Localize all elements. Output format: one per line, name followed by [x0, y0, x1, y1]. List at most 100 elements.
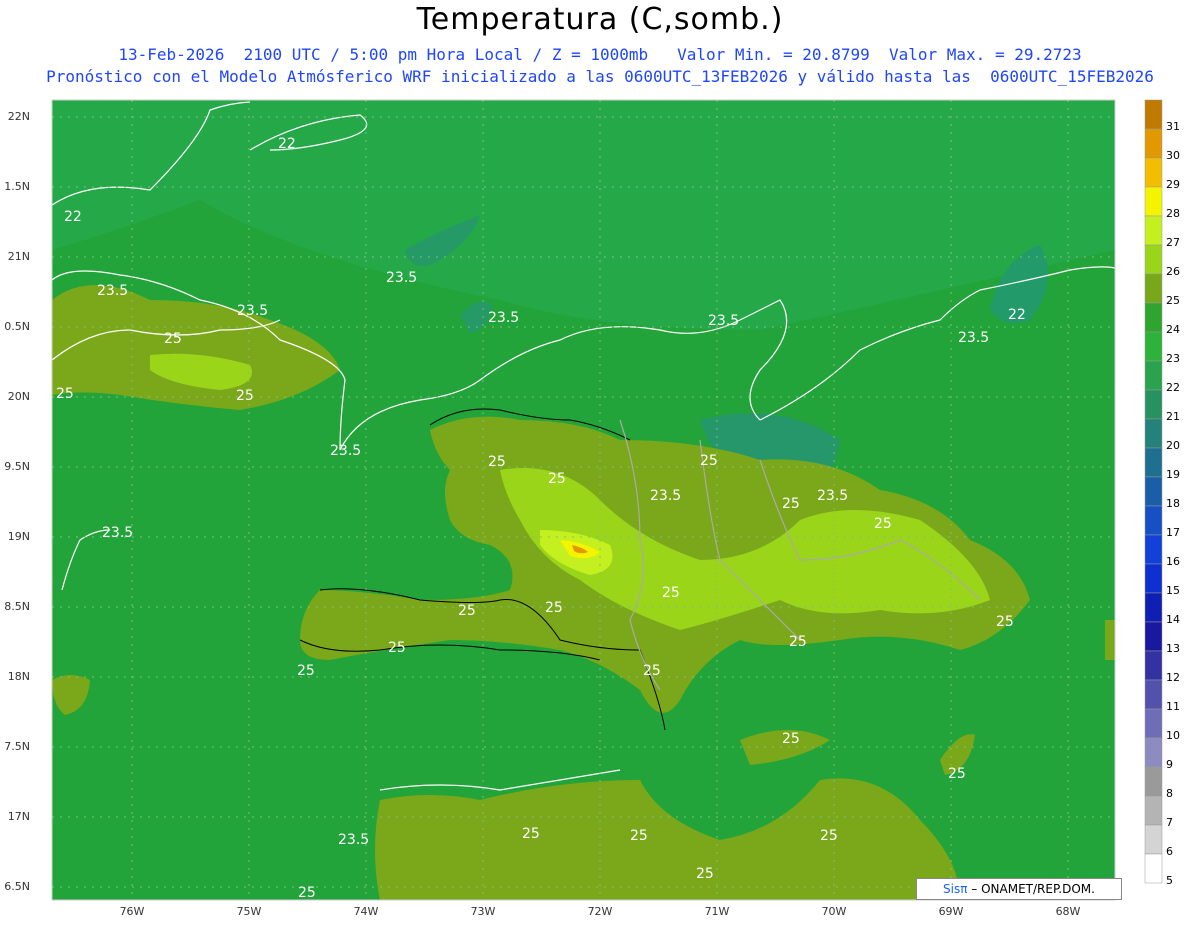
- colorbar-label: 29: [1166, 178, 1180, 191]
- contour-label: 25: [164, 331, 182, 347]
- colorbar: [1144, 99, 1163, 884]
- contour-label: 25: [696, 866, 714, 882]
- lat-label: 7.5N: [4, 740, 30, 753]
- colorbar-swatch: [1144, 650, 1163, 681]
- colorbar-swatch: [1144, 708, 1163, 739]
- contour-label: 23.5: [650, 488, 681, 504]
- contour-label: 25: [820, 828, 838, 844]
- contour-label: 25: [236, 388, 254, 404]
- contour-label: 25: [545, 600, 563, 616]
- contour-label: 23.5: [386, 270, 417, 286]
- contour-label: 25: [56, 386, 74, 402]
- colorbar-swatch: [1144, 563, 1163, 594]
- colorbar-swatch: [1144, 99, 1163, 130]
- contour-label: 25: [388, 640, 406, 656]
- lat-label: 17N: [7, 810, 30, 823]
- contour-label: 23.5: [488, 310, 519, 326]
- contour-label: 25: [662, 585, 680, 601]
- contour-label: 25: [996, 614, 1014, 630]
- contour-label: 25: [643, 663, 661, 679]
- lon-label: 72W: [587, 905, 613, 918]
- contour-label: 25: [458, 603, 476, 619]
- colorbar-swatch: [1144, 766, 1163, 797]
- lat-label: 9.5N: [4, 460, 30, 473]
- colorbar-label: 10: [1166, 729, 1180, 742]
- colorbar-swatch: [1144, 128, 1163, 159]
- contour-label: 25: [700, 453, 718, 469]
- contour-label: 25: [630, 828, 648, 844]
- contour-label: 23.5: [817, 488, 848, 504]
- colorbar-label: 8: [1166, 787, 1173, 800]
- colorbar-swatch: [1144, 389, 1163, 420]
- colorbar-swatch: [1144, 737, 1163, 768]
- colorbar-label: 21: [1166, 410, 1180, 423]
- colorbar-swatch: [1144, 273, 1163, 304]
- colorbar-label: 18: [1166, 497, 1180, 510]
- colorbar-label: 20: [1166, 439, 1180, 452]
- colorbar-label: 28: [1166, 207, 1180, 220]
- lon-label: 69W: [938, 905, 964, 918]
- colorbar-swatch: [1144, 679, 1163, 710]
- lon-label: 71W: [704, 905, 730, 918]
- contour-label: 23.5: [237, 303, 268, 319]
- colorbar-swatch: [1144, 157, 1163, 188]
- colorbar-label: 12: [1166, 671, 1180, 684]
- contour-label: 25: [548, 471, 566, 487]
- contour-label: 25: [789, 634, 807, 650]
- colorbar-swatch: [1144, 244, 1163, 275]
- colorbar-label: 27: [1166, 236, 1180, 249]
- colorbar-swatch: [1144, 186, 1163, 217]
- contour-label: 23.5: [958, 330, 989, 346]
- colorbar-label: 22: [1166, 381, 1180, 394]
- colorbar-swatch: [1144, 505, 1163, 536]
- colorbar-label: 25: [1166, 294, 1180, 307]
- colorbar-swatch: [1144, 824, 1163, 855]
- colorbar-swatch: [1144, 534, 1163, 565]
- lat-label: 21N: [7, 250, 30, 263]
- lat-label: 0.5N: [4, 320, 30, 333]
- colorbar-swatch: [1144, 447, 1163, 478]
- lat-label: 18N: [7, 670, 30, 683]
- colorbar-swatch: [1144, 215, 1163, 246]
- credit-box: Sisπ – ONAMET/REP.DOM.: [916, 878, 1122, 900]
- colorbar-label: 7: [1166, 816, 1173, 829]
- colorbar-label: 24: [1166, 323, 1180, 336]
- contour-label: 23.5: [102, 525, 133, 541]
- colorbar-swatch: [1144, 621, 1163, 652]
- contour-label: 25: [782, 731, 800, 747]
- contour-label: 25: [297, 663, 315, 679]
- lat-label: 1.5N: [4, 180, 30, 193]
- credit-text: – ONAMET/REP.DOM.: [971, 882, 1095, 896]
- contour-label: 22: [64, 209, 82, 225]
- colorbar-label: 26: [1166, 265, 1180, 278]
- contour-label: 22: [1008, 307, 1026, 323]
- lat-label: 20N: [7, 390, 30, 403]
- colorbar-swatch: [1144, 360, 1163, 391]
- colorbar-swatch: [1144, 592, 1163, 623]
- colorbar-label: 11: [1166, 700, 1180, 713]
- colorbar-swatch: [1144, 476, 1163, 507]
- lat-label: 19N: [7, 530, 30, 543]
- contour-label: 25: [522, 826, 540, 842]
- contour-label: 25: [874, 516, 892, 532]
- lat-label: 22N: [7, 110, 30, 123]
- colorbar-label: 15: [1166, 584, 1180, 597]
- colorbar-swatch: [1144, 853, 1163, 884]
- contour-label: 25: [948, 766, 966, 782]
- colorbar-swatch: [1144, 302, 1163, 333]
- lon-label: 74W: [353, 905, 379, 918]
- colorbar-label: 5: [1166, 874, 1173, 887]
- colorbar-swatch: [1144, 795, 1163, 826]
- map-area: 22 22 23.5 23.5 23.5 23.5 23.5 23.5 23.5…: [0, 0, 1200, 927]
- lon-label: 76W: [119, 905, 145, 918]
- colorbar-label: 30: [1166, 149, 1180, 162]
- lon-label: 75W: [236, 905, 262, 918]
- colorbar-label: 23: [1166, 352, 1180, 365]
- contour-label: 23.5: [330, 443, 361, 459]
- colorbar-label: 13: [1166, 642, 1180, 655]
- colorbar-label: 6: [1166, 845, 1173, 858]
- colorbar-swatch: [1144, 331, 1163, 362]
- contour-label: 23.5: [338, 832, 369, 848]
- lon-label: 70W: [821, 905, 847, 918]
- colorbar-label: 16: [1166, 555, 1180, 568]
